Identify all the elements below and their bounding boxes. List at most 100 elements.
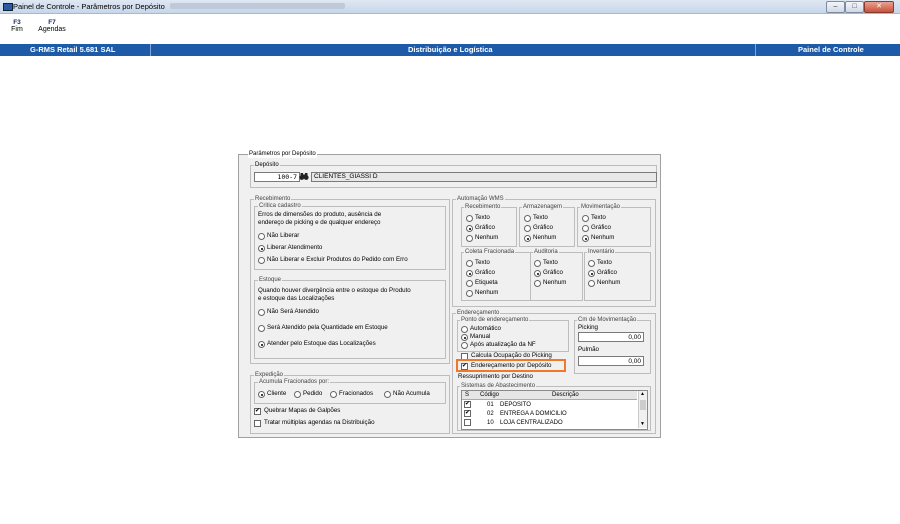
row-checkbox[interactable]: ✔ bbox=[464, 401, 471, 408]
critica-option-label: Liberar Atendimento bbox=[267, 244, 323, 251]
estoque-nao-atendido-radio[interactable] bbox=[258, 309, 265, 316]
radio-label: Texto bbox=[543, 259, 558, 266]
scroll-up-icon[interactable]: ▲ bbox=[640, 391, 645, 397]
auto-inventario-texto-radio[interactable] bbox=[588, 260, 595, 267]
quebrar-mapas-checkbox[interactable]: ✔ bbox=[254, 408, 261, 415]
scroll-down-icon[interactable]: ▼ bbox=[640, 421, 645, 427]
estoque-quantidade-radio[interactable] bbox=[258, 325, 265, 332]
deposito-name-field: CLIENTES_GIASSI D bbox=[311, 172, 657, 182]
minimize-button[interactable]: – bbox=[826, 1, 845, 13]
estoque-desc-line2: e estoque das Localizações bbox=[258, 295, 335, 302]
radio-label: Gráfico bbox=[533, 224, 553, 231]
row-code: 02 bbox=[487, 411, 494, 417]
auto-coleta-nenhum-radio[interactable] bbox=[466, 290, 473, 297]
enderecamento-por-deposito-checkbox[interactable]: ✔ bbox=[461, 363, 468, 370]
column-header[interactable]: Descrição bbox=[552, 392, 579, 398]
picking-input[interactable]: 0,00 bbox=[578, 332, 644, 342]
module-header: G-RMS Retail 5.681 SAL Distribuição e Lo… bbox=[0, 44, 900, 56]
auto-coleta-title: Coleta Fracionada bbox=[464, 249, 516, 256]
table-scrollbar[interactable]: ▲ ▼ bbox=[638, 391, 647, 428]
estoque-localizacoes-radio[interactable] bbox=[258, 341, 265, 348]
pulmao-input[interactable]: 0,00 bbox=[578, 356, 644, 366]
auto-armazenagem-title: Armazenagem bbox=[522, 204, 564, 211]
acumula-option-label: Fracionados bbox=[339, 390, 374, 397]
ressuprimento-label[interactable]: Ressuprimento por Destino bbox=[458, 373, 533, 380]
radio-label: Texto bbox=[591, 214, 606, 221]
shortcut-agendas[interactable]: F7 Agendas bbox=[37, 19, 67, 33]
radio-label: Texto bbox=[597, 259, 612, 266]
column-header[interactable]: Código bbox=[480, 392, 499, 398]
acumula-option-label: Cliente bbox=[267, 390, 287, 397]
critica-option-label: Não Liberar bbox=[267, 232, 300, 239]
auto-coleta-texto-radio[interactable] bbox=[466, 260, 473, 267]
row-code: 01 bbox=[487, 402, 494, 408]
table-header: S Código Descrição bbox=[462, 391, 637, 400]
maximize-button[interactable]: □ bbox=[845, 1, 864, 13]
screen-title: Painel de Controle bbox=[798, 45, 864, 54]
radio-label: Nenhum bbox=[533, 234, 557, 241]
scroll-thumb[interactable] bbox=[640, 400, 646, 410]
header-divider bbox=[755, 44, 756, 56]
auto-movimentacao-grafico-radio[interactable] bbox=[582, 225, 589, 232]
auto-auditoria-grafico-radio[interactable] bbox=[534, 270, 541, 277]
auto-recebimento-texto-radio[interactable] bbox=[466, 215, 473, 222]
cm-movimentacao-title: Cm de Movimentação bbox=[577, 317, 638, 324]
header-divider bbox=[150, 44, 151, 56]
auto-coleta-etiqueta-radio[interactable] bbox=[466, 280, 473, 287]
picking-label: Picking bbox=[578, 324, 598, 331]
estoque-option-label: Atender pelo Estoque das Localizações bbox=[267, 340, 376, 347]
table-row[interactable]: ✔ 01 DEPOSITO bbox=[462, 401, 637, 409]
auto-recebimento-nenhum-radio[interactable] bbox=[466, 235, 473, 242]
critica-liberar-radio[interactable] bbox=[258, 245, 265, 252]
auto-inventario-grafico-radio[interactable] bbox=[588, 270, 595, 277]
shortcut-key: F3 bbox=[13, 19, 21, 26]
radio-label: Automático bbox=[470, 325, 501, 332]
close-button[interactable]: ✕ bbox=[864, 1, 894, 13]
auto-auditoria-nenhum-radio[interactable] bbox=[534, 280, 541, 287]
window-titlebar: Painel de Controle - Parâmetros por Depó… bbox=[0, 0, 900, 14]
row-checkbox[interactable] bbox=[464, 419, 471, 426]
auto-recebimento-grafico-radio[interactable] bbox=[466, 225, 473, 232]
quebrar-mapas-label: Quebrar Mapas de Galpões bbox=[264, 407, 341, 414]
deposito-code-input[interactable]: 100-7 bbox=[254, 172, 300, 182]
row-checkbox[interactable]: ✔ bbox=[464, 410, 471, 417]
auto-coleta-grafico-radio[interactable] bbox=[466, 270, 473, 277]
dialog-title: Parâmetros por Depósito bbox=[248, 151, 317, 158]
critica-excluir-radio[interactable] bbox=[258, 257, 265, 264]
estoque-title: Estoque bbox=[258, 277, 283, 284]
estoque-option-label: Será Atendido pela Quantidade em Estoque bbox=[267, 324, 388, 331]
critica-nao-liberar-radio[interactable] bbox=[258, 233, 265, 240]
table-row[interactable]: ✔ 02 ENTREGA A DOMICILIO bbox=[462, 410, 637, 418]
sistemas-table: S Código Descrição ✔ 01 DEPOSITO ✔ 02 EN… bbox=[461, 390, 648, 430]
auto-auditoria-title: Auditoria bbox=[533, 249, 559, 256]
ponto-manual-radio[interactable] bbox=[461, 334, 468, 341]
acumula-fracionados-radio[interactable] bbox=[330, 391, 337, 398]
estoque-desc-line1: Quando houver divergência entre o estoqu… bbox=[258, 287, 411, 294]
auto-movimentacao-texto-radio[interactable] bbox=[582, 215, 589, 222]
system-version: G-RMS Retail 5.681 SAL bbox=[30, 45, 116, 54]
row-desc: ENTREGA A DOMICILIO bbox=[500, 411, 567, 417]
radio-label: Texto bbox=[533, 214, 548, 221]
radio-label: Etiqueta bbox=[475, 279, 498, 286]
column-header[interactable]: S bbox=[465, 392, 469, 398]
auto-movimentacao-nenhum-radio[interactable] bbox=[582, 235, 589, 242]
ponto-apos-nf-radio[interactable] bbox=[461, 342, 468, 349]
acumula-cliente-radio[interactable] bbox=[258, 391, 265, 398]
auto-auditoria-texto-radio[interactable] bbox=[534, 260, 541, 267]
table-row[interactable]: 10 LOJA CENTRALIZADO bbox=[462, 419, 637, 427]
tratar-agendas-checkbox[interactable] bbox=[254, 420, 261, 427]
auto-armazenagem-nenhum-radio[interactable] bbox=[524, 235, 531, 242]
acumula-title: Acumula Fracionados por: bbox=[258, 379, 331, 386]
row-desc: DEPOSITO bbox=[500, 402, 531, 408]
acumula-pedido-radio[interactable] bbox=[294, 391, 301, 398]
auto-armazenagem-grafico-radio[interactable] bbox=[524, 225, 531, 232]
auto-armazenagem-texto-radio[interactable] bbox=[524, 215, 531, 222]
auto-inventario-nenhum-radio[interactable] bbox=[588, 280, 595, 287]
acumula-nao-acumula-radio[interactable] bbox=[384, 391, 391, 398]
radio-label: Nenhum bbox=[543, 279, 567, 286]
binoculars-icon[interactable] bbox=[299, 171, 309, 181]
radio-label: Manual bbox=[470, 333, 491, 340]
ponto-automatico-radio[interactable] bbox=[461, 326, 468, 333]
shortcut-fim[interactable]: F3 Fim bbox=[6, 19, 28, 33]
enderecamento-title: Endereçamento bbox=[456, 310, 501, 317]
